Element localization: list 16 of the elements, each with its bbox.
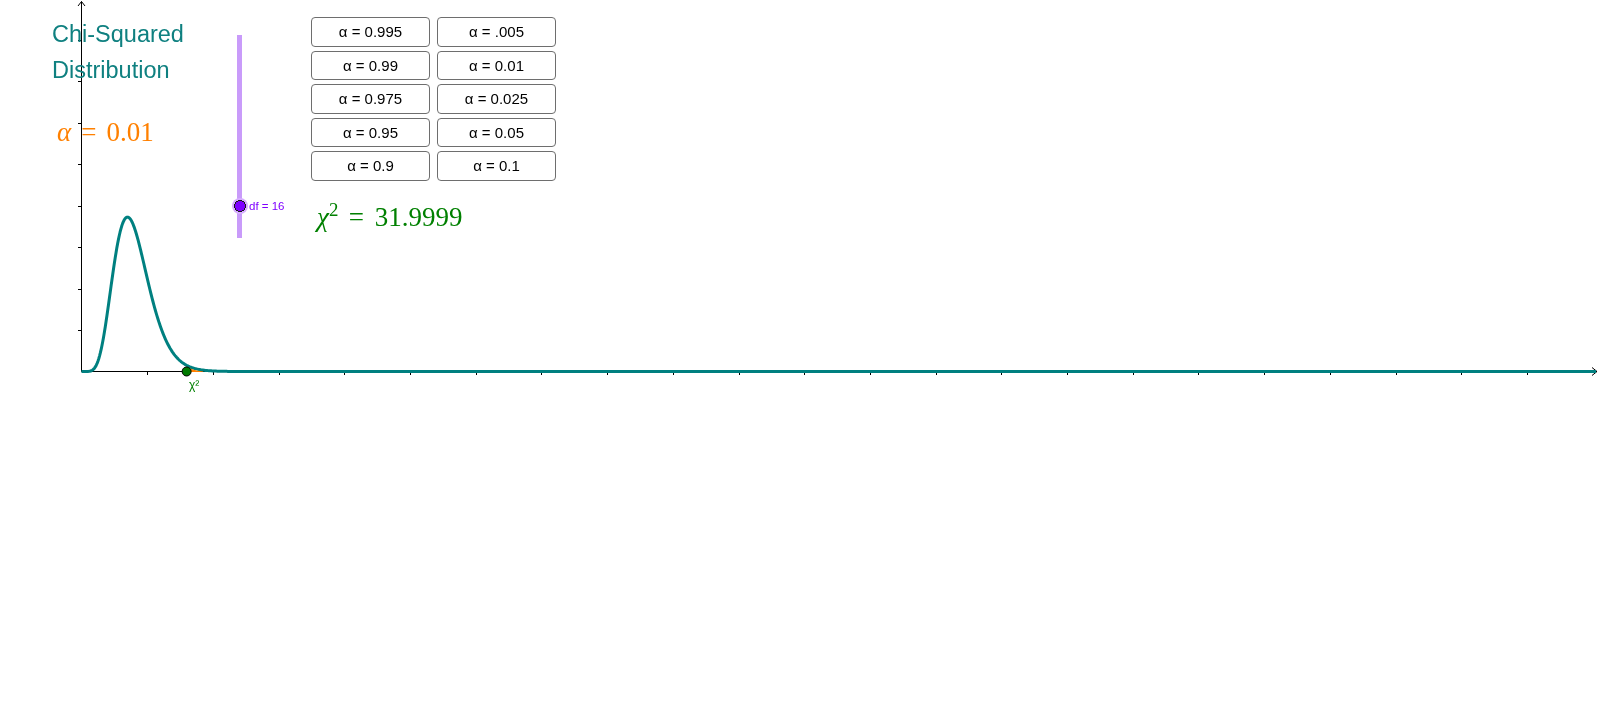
alpha-button[interactable]: α = 0.95 xyxy=(311,117,430,147)
alpha-button[interactable]: α = 0.9 xyxy=(311,151,430,181)
alpha-button[interactable]: α = 0.01 xyxy=(437,50,556,80)
alpha-button[interactable]: α = 0.995 xyxy=(311,17,430,47)
alpha-button[interactable]: α = 0.05 xyxy=(437,117,556,147)
alpha-button[interactable]: α = 0.99 xyxy=(311,50,430,80)
alpha-readout: α = 0.01 xyxy=(57,117,154,149)
alpha-button[interactable]: α = 0.1 xyxy=(437,151,556,181)
critical-point xyxy=(181,366,192,377)
alpha-button[interactable]: α = 0.975 xyxy=(311,84,430,114)
point-label: χ² xyxy=(189,378,200,392)
slider-thumb[interactable] xyxy=(232,197,248,214)
alpha-button[interactable]: α = 0.025 xyxy=(437,84,556,114)
slider-label: df = 16 xyxy=(249,198,285,213)
chi-square-readout: χ$^{2}$ = 31.9999 xyxy=(317,202,463,234)
alpha-button[interactable]: α = .005 xyxy=(437,17,556,47)
